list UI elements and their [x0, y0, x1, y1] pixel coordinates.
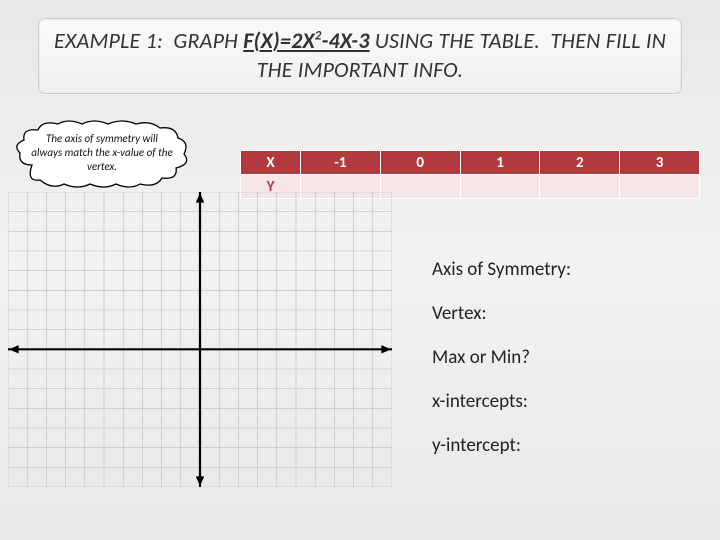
title-text: EXAMPLE 1: GRAPH F(X)=2X2-4X-3 USING THE…	[51, 27, 669, 84]
info-axis-of-symmetry: Axis of Symmetry:	[432, 258, 692, 281]
x-header: X	[241, 151, 301, 175]
info-x-intercepts: x-intercepts:	[432, 390, 692, 413]
x-cell: 0	[380, 151, 460, 175]
x-cell: 1	[460, 151, 540, 175]
table-row-x: X -1 0 1 2 3	[241, 151, 700, 175]
y-cell	[380, 175, 460, 199]
callout-text: The axis of symmetry will always match t…	[30, 132, 174, 173]
title-panel: EXAMPLE 1: GRAPH F(X)=2X2-4X-3 USING THE…	[38, 18, 682, 94]
info-vertex: Vertex:	[432, 302, 692, 325]
title-prefix: EXAMPLE 1: GRAPH	[54, 27, 243, 54]
callout-cloud: The axis of symmetry will always match t…	[12, 120, 192, 190]
title-equation: F(X)=2X2-4X-3	[243, 27, 369, 54]
grid-svg	[8, 192, 392, 487]
info-max-or-min: Max or Min?	[432, 346, 692, 369]
x-cell: 2	[540, 151, 620, 175]
y-cell	[460, 175, 540, 199]
coordinate-grid	[8, 192, 392, 487]
y-cell	[620, 175, 700, 199]
y-cell	[540, 175, 620, 199]
x-cell: -1	[301, 151, 381, 175]
x-cell: 3	[620, 151, 700, 175]
info-list: Axis of Symmetry: Vertex: Max or Min? x-…	[432, 258, 692, 478]
info-y-intercept: y-intercept:	[432, 434, 692, 457]
